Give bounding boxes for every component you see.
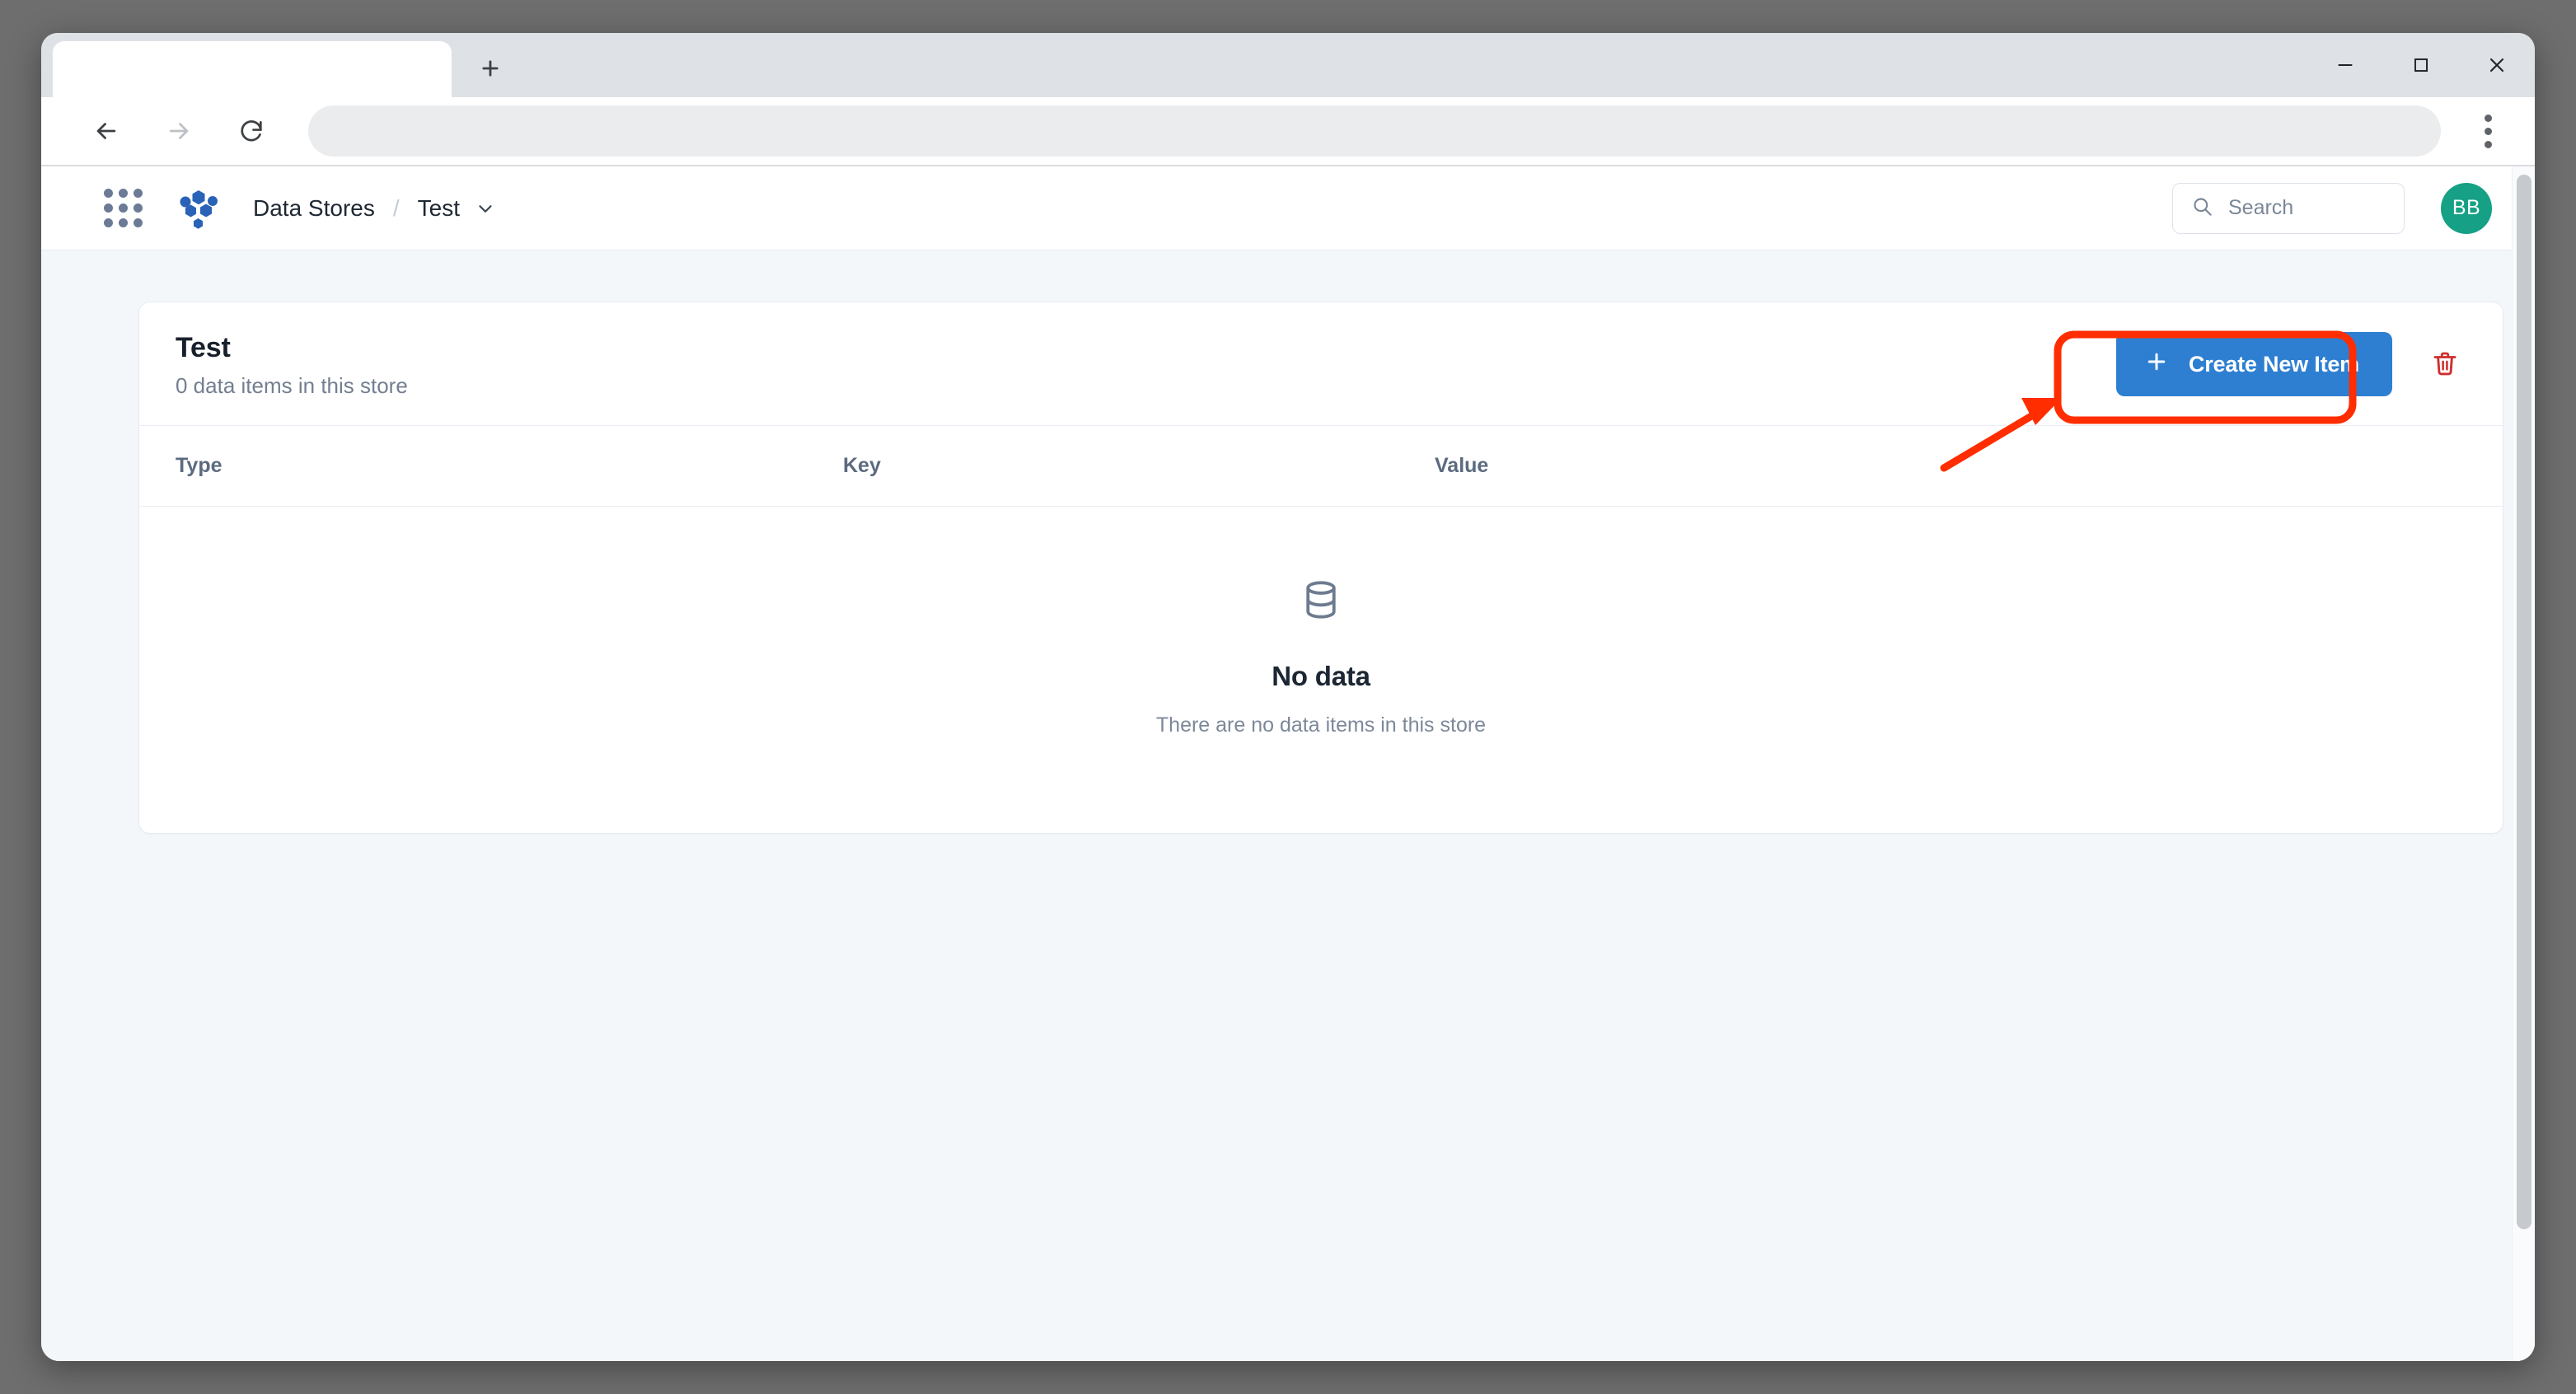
card-header: Test 0 data items in this store Create N… [139, 302, 2503, 426]
forward-button[interactable] [153, 105, 204, 157]
search-icon [2191, 195, 2213, 222]
create-new-item-label: Create New Item [2188, 351, 2359, 377]
delete-store-button[interactable] [2424, 343, 2466, 386]
reload-icon [241, 120, 262, 142]
item-count-label: 0 data items in this store [176, 372, 408, 398]
address-bar[interactable] [308, 105, 2441, 157]
close-button[interactable] [2459, 33, 2535, 97]
apps-grid-icon[interactable] [104, 189, 143, 227]
empty-state-title: No data [1272, 660, 1370, 691]
arrow-left-icon [96, 123, 116, 139]
empty-state: No data There are no data items in this … [139, 507, 2503, 833]
page-viewport: Data Stores / Test Search BB Test 0 data… [41, 166, 2535, 1361]
browser-tab-strip [41, 33, 2535, 97]
maximize-button[interactable] [2383, 33, 2459, 97]
app-header: Data Stores / Test Search BB [41, 166, 2535, 250]
window-controls [2307, 33, 2535, 97]
browser-toolbar [41, 97, 2535, 166]
create-new-item-button[interactable]: Create New Item [2115, 332, 2392, 397]
breadcrumb-item-test[interactable]: Test [418, 195, 460, 222]
page-title: Test [176, 332, 231, 363]
column-header-type: Type [176, 453, 222, 477]
plus-icon [2144, 349, 2169, 380]
search-input[interactable]: Search [2172, 182, 2405, 234]
table-header-row: Type Key Value [139, 426, 2503, 507]
browser-menu-button[interactable] [2462, 105, 2513, 157]
maximize-icon [2414, 58, 2428, 73]
empty-state-subtitle: There are no data items in this store [1155, 713, 1487, 737]
back-button[interactable] [81, 105, 132, 157]
app-header-right: Search BB [2172, 182, 2492, 234]
arrow-right-icon [169, 123, 189, 139]
kebab-dot [2484, 114, 2492, 122]
page-scrollbar-thumb[interactable] [2517, 175, 2532, 1229]
avatar-initials: BB [2452, 196, 2481, 219]
browser-window: Data Stores / Test Search BB Test 0 data… [41, 33, 2535, 1361]
chevron-down-icon[interactable] [475, 198, 496, 219]
close-icon [2489, 58, 2504, 73]
card-header-actions: Create New Item [2115, 332, 2466, 397]
desktop-background: Data Stores / Test Search BB Test 0 data… [0, 0, 2576, 1394]
breadcrumb-item-data-stores[interactable]: Data Stores [253, 195, 375, 222]
trash-icon [2430, 348, 2460, 381]
avatar[interactable]: BB [2441, 182, 2492, 234]
data-store-card: Test 0 data items in this store Create N… [138, 302, 2503, 834]
column-header-value: Value [1435, 453, 1489, 477]
minimize-button[interactable] [2307, 33, 2383, 97]
page-scrollbar[interactable] [2512, 166, 2535, 1361]
breadcrumb-separator: / [392, 194, 400, 221]
database-icon [1299, 578, 1343, 626]
minimize-icon [2338, 64, 2353, 66]
page-content: Test 0 data items in this store Create N… [41, 250, 2535, 1361]
hexagon-cluster-logo[interactable] [177, 187, 220, 230]
column-header-key: Key [843, 453, 881, 477]
reload-button[interactable] [226, 105, 277, 157]
kebab-dot [2484, 140, 2492, 148]
kebab-dot [2484, 127, 2492, 135]
card-header-text: Test 0 data items in this store [176, 330, 408, 399]
plus-icon [482, 60, 499, 77]
breadcrumb: Data Stores / Test [253, 195, 496, 222]
new-tab-button[interactable] [465, 43, 516, 94]
browser-tab[interactable] [53, 41, 452, 97]
search-placeholder: Search [2228, 196, 2294, 219]
